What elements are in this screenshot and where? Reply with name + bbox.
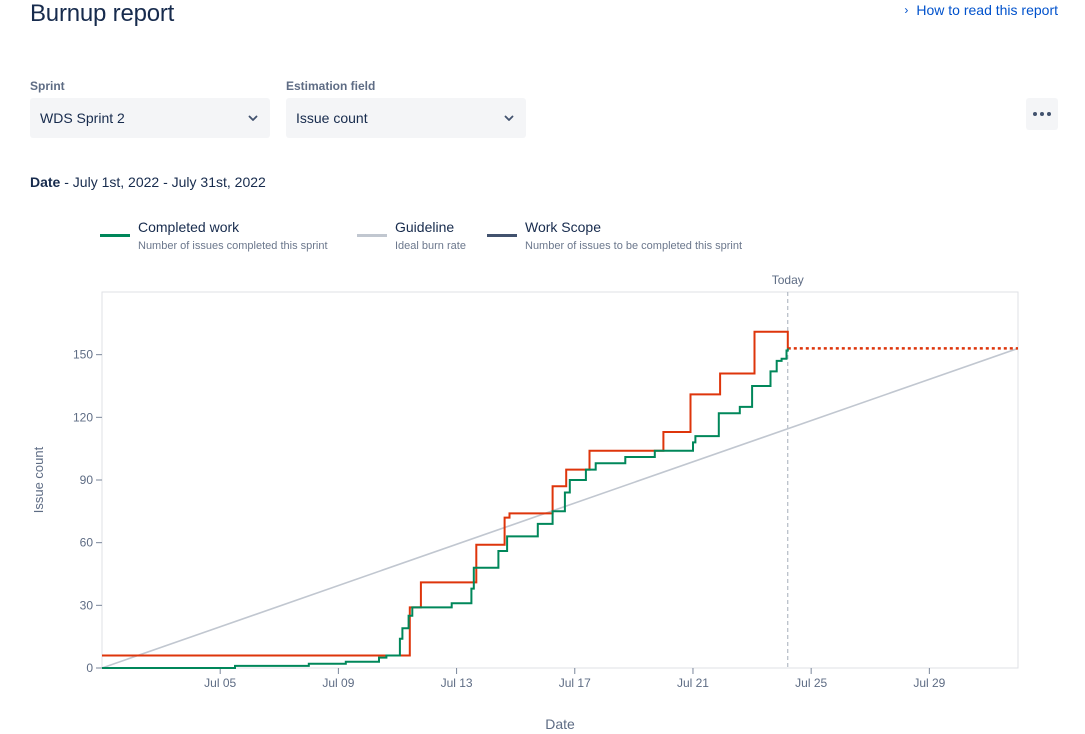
x-axis-label: Date xyxy=(545,716,575,732)
guideline-series xyxy=(101,347,1019,669)
x-tick-label: Jul 09 xyxy=(322,676,354,690)
completed-work-series xyxy=(102,348,789,669)
burnup-chart: 0 30 60 90 120 150 Jul 05 Jul 09 Jul 13 Jul 17 Jul… xyxy=(31,273,1019,732)
x-tick-label: Jul 25 xyxy=(795,676,827,690)
today-label: Today xyxy=(772,273,804,287)
x-tick-label: Jul 05 xyxy=(204,676,236,690)
y-tick-label: 60 xyxy=(80,536,94,550)
y-tick-label: 150 xyxy=(73,348,93,362)
y-axis-label: Issue count xyxy=(31,446,46,513)
x-tick-label: Jul 21 xyxy=(677,676,709,690)
x-tick-label: Jul 17 xyxy=(559,676,591,690)
y-tick-label: 30 xyxy=(80,598,94,612)
x-tick-label: Jul 29 xyxy=(913,676,945,690)
y-tick-label: 0 xyxy=(86,661,93,675)
y-tick-label: 90 xyxy=(80,473,94,487)
y-tick-label: 120 xyxy=(73,410,93,424)
x-tick-label: Jul 13 xyxy=(441,676,473,690)
